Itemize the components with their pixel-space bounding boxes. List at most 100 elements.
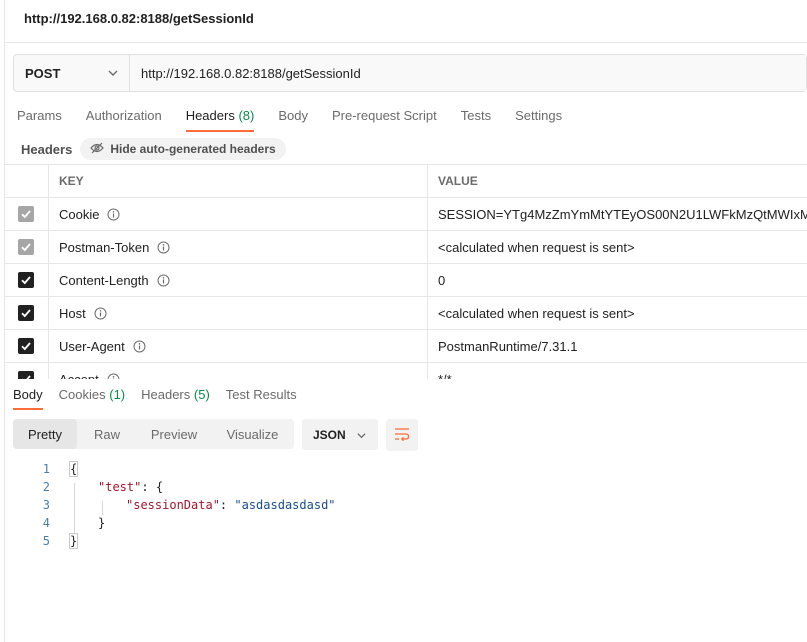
line-number: 5 [42,534,50,548]
line-number: 3 [42,498,50,512]
headers-table: KEY VALUE Cookie SESSION=YTg4MzZmYmMtYTEy… [4,164,807,379]
tab-settings[interactable]: Settings [515,106,562,132]
tab-label: Tests [460,108,492,123]
info-icon[interactable] [157,241,170,254]
check-column-header [4,165,49,197]
header-key-cell[interactable]: Host [49,297,428,329]
view-mode-raw[interactable]: Raw [77,419,137,449]
code-text: } [98,514,105,532]
row-checkbox-cell [4,231,49,263]
checkmark-icon [21,342,31,351]
header-key-text: Host [59,305,86,321]
header-enabled-checkbox[interactable] [18,272,34,288]
json-brace: } [68,533,79,549]
header-enabled-checkbox[interactable] [18,338,34,354]
request-tabs: Params Authorization Headers (8) Body Pre-re… [17,106,586,132]
row-checkbox-cell [4,363,49,379]
json-key: "test" [98,480,142,494]
header-enabled-checkbox[interactable] [18,371,34,379]
table-row: Host <calculated when request is sent> [4,297,807,330]
header-key-text: Cookie [59,206,100,222]
header-key-cell[interactable]: Cookie [49,198,428,230]
header-value-cell[interactable]: <calculated when request is sent> [428,297,807,329]
info-icon[interactable] [107,373,120,379]
header-key-text: User-Agent [59,338,125,354]
header-key-text: Accept [59,371,99,380]
tab-label: Settings [515,108,563,123]
json-separator: : [141,480,156,494]
header-value-cell[interactable]: PostmanRuntime/7.31.1 [428,330,807,362]
code-line: 5} [4,532,404,550]
row-checkbox-cell [4,297,49,329]
code-text: "sessionData": "asdasdasdasd" [126,496,336,514]
table-row: User-Agent PostmanRuntime/7.31.1 [4,330,807,363]
format-select[interactable]: JSON [302,419,378,450]
json-brace: } [98,516,106,530]
header-enabled-checkbox[interactable] [18,206,34,222]
tab-label: Test Results [225,387,297,402]
header-key-cell[interactable]: Accept [49,363,428,379]
header-value-cell[interactable]: SESSION=YTg4MzZmYmMtYTEyOS00N2U1LWFkMzQt… [428,198,807,230]
json-brace: { [68,461,79,477]
tab-tests[interactable]: Tests [461,106,491,132]
header-value-cell[interactable]: */* [428,363,807,380]
info-icon[interactable] [94,307,107,320]
header-value-cell[interactable]: <calculated when request is sent> [428,231,807,263]
header-key-cell[interactable]: Postman-Token [49,231,428,263]
json-separator: : [219,498,235,512]
value-column-header: VALUE [438,174,478,188]
request-title[interactable]: http://192.168.0.82:8188/getSessionId [24,11,254,26]
tab-count-badge: (8) [238,108,255,123]
response-tab-cookies[interactable]: Cookies (1) [59,386,125,410]
code-line: 3 "sessionData": "asdasdasdasd" [4,496,404,514]
header-key-cell[interactable]: Content-Length [49,264,428,296]
view-mode-visualize[interactable]: Visualize [211,419,294,449]
header-value-cell[interactable]: 0 [428,264,807,296]
tab-count-badge: (5) [193,387,210,402]
header-key-text: Content-Length [59,272,149,288]
tab-label: Params [17,108,62,123]
headers-section-label: Headers [21,141,73,157]
tab-params[interactable]: Params [17,106,62,132]
response-tab-body[interactable]: Body [13,386,43,410]
info-icon[interactable] [107,208,120,221]
tab-count-badge: (1) [109,387,126,402]
tab-headers[interactable]: Headers (8) [185,106,255,132]
hide-auto-generated-headers-button[interactable]: Hide auto-generated headers [80,138,286,160]
headers-toolbar: Headers Hide auto-generated headers [21,138,286,160]
wrap-lines-button[interactable] [386,419,418,451]
format-label: JSON [313,427,346,442]
table-row: Postman-Token <calculated when request is… [4,231,807,264]
chevron-down-icon [107,67,119,82]
response-tab-headers[interactable]: Headers (5) [141,386,210,410]
response-body-code[interactable]: 1{2 "test": {3 "sessionData": "asdasdasdas… [4,460,807,560]
header-enabled-checkbox[interactable] [18,305,34,321]
tab-pre-request-script[interactable]: Pre-request Script [332,106,437,132]
eye-off-icon [90,142,110,157]
response-tab-test-results[interactable]: Test Results [226,386,297,410]
checkmark-icon [21,243,31,252]
checkmark-icon [21,276,31,285]
row-checkbox-cell [4,264,49,296]
header-key-text: Postman-Token [59,239,150,255]
json-string-value: "asdasdasdasd" [234,498,336,512]
info-icon[interactable] [133,340,146,353]
checkmark-icon [21,309,31,318]
wrap-lines-icon [394,427,410,444]
view-mode-pretty[interactable]: Pretty [13,419,77,449]
row-checkbox-cell [4,330,49,362]
tab-body[interactable]: Body [278,106,308,132]
header-enabled-checkbox[interactable] [18,239,34,255]
checkmark-icon [22,375,31,379]
url-input[interactable]: http://192.168.0.82:8188/getSessionId [130,55,806,91]
view-mode-preview[interactable]: Preview [137,419,211,449]
info-icon[interactable] [157,274,170,287]
line-number: 4 [42,516,50,530]
header-key-cell[interactable]: User-Agent [49,330,428,362]
request-url-bar: POST http://192.168.0.82:8188/getSession… [13,54,807,92]
json-brace: { [155,480,164,494]
tab-label: Authorization [85,108,162,123]
method-select[interactable]: POST [14,55,130,91]
tab-authorization[interactable]: Authorization [86,106,162,132]
code-line: 1{ [4,460,404,478]
